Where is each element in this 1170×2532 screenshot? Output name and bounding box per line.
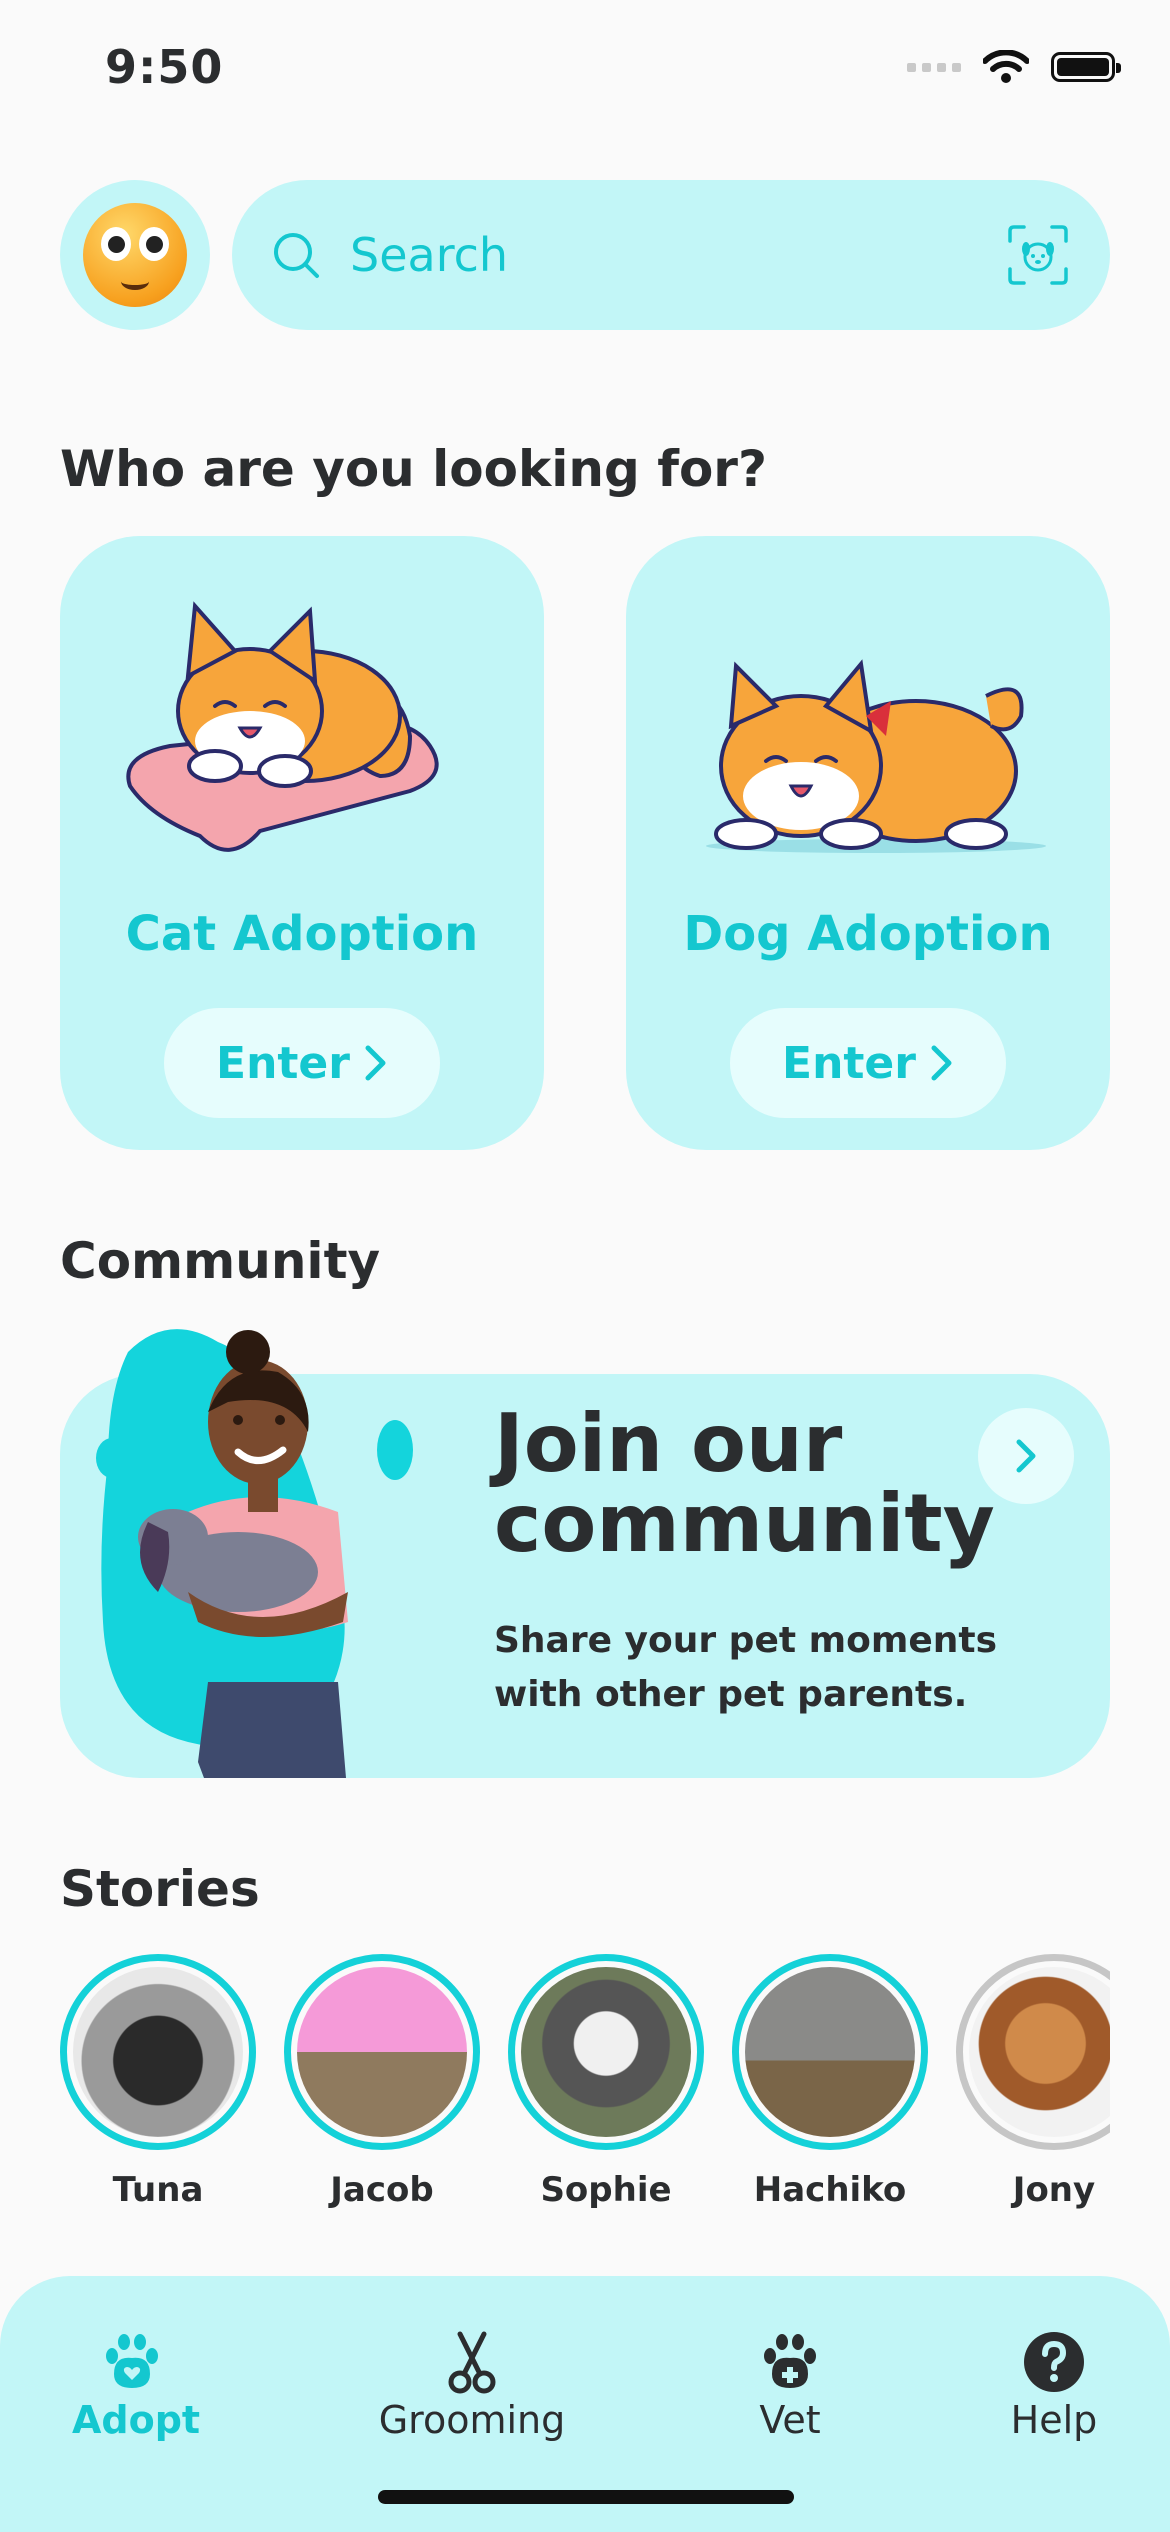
- nav-help[interactable]: Help: [994, 2330, 1114, 2442]
- card-label: Cat Adoption: [125, 906, 479, 962]
- story-ring: [508, 1954, 704, 2150]
- enter-label: Enter: [782, 1037, 916, 1089]
- nav-grooming[interactable]: Grooming: [372, 2330, 572, 2442]
- search-icon: [274, 233, 319, 278]
- dog-in-lion-costume-photo: [969, 1967, 1110, 2137]
- nav-label: Adopt: [72, 2398, 201, 2442]
- emoji-face-icon: [83, 203, 187, 307]
- community-arrow-button[interactable]: [978, 1408, 1074, 1504]
- kitten-photo: [745, 1967, 915, 2137]
- story-ring: [732, 1954, 928, 2150]
- card-label: Dog Adoption: [683, 906, 1053, 962]
- story-item[interactable]: Hachiko: [732, 1954, 928, 2210]
- story-ring: [284, 1954, 480, 2150]
- dog-adoption-card[interactable]: Dog Adoption Enter: [626, 536, 1110, 1150]
- chevron-right-icon: [365, 1045, 386, 1081]
- search-bar[interactable]: Search: [232, 180, 1110, 330]
- community-title: Join our community: [494, 1397, 995, 1570]
- story-name: Hachiko: [753, 2170, 907, 2210]
- status-time: 9:50: [105, 40, 224, 94]
- cat-enter-button[interactable]: Enter: [164, 1008, 440, 1118]
- help-icon: [1024, 2332, 1084, 2392]
- wifi-icon: [983, 50, 1029, 83]
- section-title-looking-for: Who are you looking for?: [60, 440, 767, 498]
- nav-label: Vet: [759, 2398, 821, 2442]
- story-name: Jony: [1012, 2170, 1096, 2210]
- stories-carousel[interactable]: Tuna Jacob Sophie Hachiko Jony: [60, 1954, 1110, 2224]
- nav-adopt[interactable]: Adopt: [72, 2330, 201, 2442]
- story-name: Sophie: [540, 2170, 672, 2210]
- story-ring: [956, 1954, 1110, 2150]
- chevron-right-icon: [1016, 1439, 1036, 1473]
- story-name: Tuna: [112, 2170, 204, 2210]
- chevron-right-icon: [931, 1045, 952, 1081]
- nav-label: Grooming: [378, 2398, 566, 2442]
- scissors-icon: [448, 2331, 496, 2394]
- avatar[interactable]: [60, 180, 210, 330]
- home-indicator[interactable]: [378, 2490, 794, 2504]
- story-item[interactable]: Jony: [956, 1954, 1110, 2210]
- section-title-stories: Stories: [60, 1860, 260, 1918]
- story-ring: [60, 1954, 256, 2150]
- cat-adoption-card[interactable]: Cat Adoption Enter: [60, 536, 544, 1150]
- nav-label: Help: [1010, 2398, 1098, 2442]
- status-icons: [907, 50, 1121, 84]
- dog-illustration: [706, 659, 1046, 853]
- dog-enter-button[interactable]: Enter: [730, 1008, 1006, 1118]
- story-item[interactable]: Tuna: [60, 1954, 256, 2210]
- search-input[interactable]: Search: [350, 228, 1006, 282]
- pug-photo: [73, 1967, 243, 2137]
- paw-heart-icon: [106, 2334, 158, 2388]
- battery-icon: [1051, 52, 1121, 82]
- paw-plus-icon: [764, 2334, 816, 2388]
- enter-label: Enter: [216, 1037, 350, 1089]
- nav-vet[interactable]: Vet: [730, 2330, 850, 2442]
- community-subtitle: Share your pet moments with other pet pa…: [494, 1620, 998, 1715]
- story-item[interactable]: Jacob: [284, 1954, 480, 2210]
- husky-photo: [521, 1967, 691, 2137]
- cat-illustration: [126, 601, 439, 852]
- cat-in-shower-cap-photo: [297, 1967, 467, 2137]
- pet-scan-icon[interactable]: [1006, 223, 1070, 287]
- section-title-community: Community: [60, 1232, 381, 1290]
- story-item[interactable]: Sophie: [508, 1954, 704, 2210]
- woman-holding-dog-illustration: [96, 1329, 413, 1778]
- cellular-signal-icon: [907, 62, 961, 72]
- story-name: Jacob: [330, 2170, 434, 2210]
